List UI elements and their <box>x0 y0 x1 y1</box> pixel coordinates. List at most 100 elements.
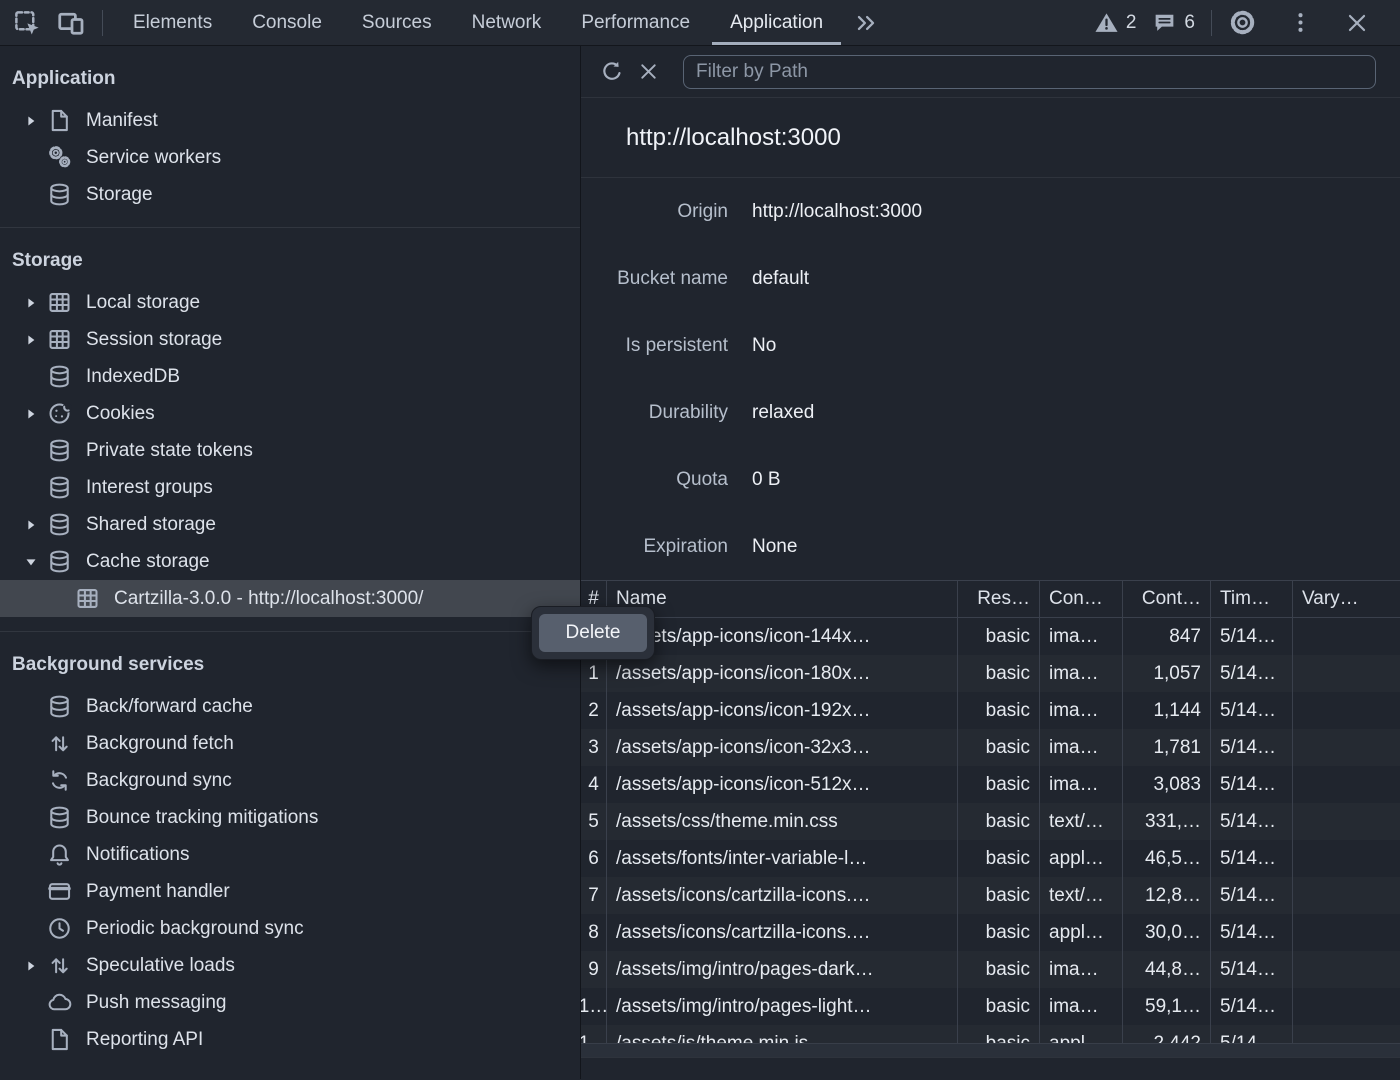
expander-right-icon[interactable] <box>22 294 46 312</box>
table-row[interactable]: 3/assets/app-icons/icon-32x3…basicima…1,… <box>581 729 1400 766</box>
table-row[interactable]: 8/assets/icons/cartzilla-icons.…basicapp… <box>581 914 1400 951</box>
cell: appl… <box>1040 840 1123 877</box>
refresh-icon[interactable] <box>598 58 626 86</box>
sidebar-item-local-storage[interactable]: Local storage <box>0 284 580 321</box>
db-icon <box>46 548 73 575</box>
sidebar-item-label: Speculative loads <box>86 955 235 977</box>
sidebar-item-private-state-tokens[interactable]: Private state tokens <box>0 432 580 469</box>
sidebar-item-reporting-api[interactable]: Reporting API <box>0 1021 580 1058</box>
cell: basic <box>958 988 1040 1025</box>
cell: basic <box>958 803 1040 840</box>
expander-right-icon[interactable] <box>22 516 46 534</box>
cell: appl… <box>1040 914 1123 951</box>
sidebar-item-shared-storage[interactable]: Shared storage <box>0 506 580 543</box>
settings-gear-icon[interactable] <box>1228 8 1257 37</box>
warnings-counter[interactable]: 2 <box>1094 10 1137 35</box>
more-tabs-icon[interactable] <box>843 0 889 45</box>
table-row[interactable]: 0/assets/app-icons/icon-144x…basicima…84… <box>581 618 1400 655</box>
inspect-element-icon[interactable] <box>12 8 42 38</box>
filter-by-path-input[interactable] <box>683 55 1376 89</box>
column-header-res[interactable]: Res… <box>958 581 1040 617</box>
sidebar-item-indexeddb[interactable]: IndexedDB <box>0 358 580 395</box>
expander-spacer <box>22 809 46 827</box>
sidebar-item-cache-storage[interactable]: Cache storage <box>0 543 580 580</box>
cell: basic <box>958 877 1040 914</box>
kebab-menu-icon[interactable] <box>1287 9 1314 36</box>
cell <box>1293 803 1400 840</box>
cell: 5/14… <box>1211 1025 1293 1043</box>
table-row[interactable]: 6/assets/fonts/inter-variable-l…basicapp… <box>581 840 1400 877</box>
sidebar-item-manifest[interactable]: Manifest <box>0 102 580 139</box>
table-body: 0/assets/app-icons/icon-144x…basicima…84… <box>581 618 1400 1043</box>
sidebar-item-storage[interactable]: Storage <box>0 176 580 213</box>
table-row[interactable]: 4/assets/app-icons/icon-512x…basicima…3,… <box>581 766 1400 803</box>
expander-spacer <box>22 772 46 790</box>
sidebar-item-speculative-loads[interactable]: Speculative loads <box>0 947 580 984</box>
tab-elements[interactable]: Elements <box>113 0 232 45</box>
sidebar-item-payment-handler[interactable]: Payment handler <box>0 873 580 910</box>
table-row[interactable]: 2/assets/app-icons/icon-192x…basicima…1,… <box>581 692 1400 729</box>
horizontal-scrollbar[interactable] <box>581 1043 1400 1057</box>
sidebar-item-back-forward-cache[interactable]: Back/forward cache <box>0 688 580 725</box>
sidebar-item-periodic-background-sync[interactable]: Periodic background sync <box>0 910 580 947</box>
tab-sources[interactable]: Sources <box>342 0 452 45</box>
sidebar-item-service-workers[interactable]: Service workers <box>0 139 580 176</box>
close-devtools-icon[interactable] <box>1344 10 1370 36</box>
table-row[interactable]: 7/assets/icons/cartzilla-icons.…basictex… <box>581 877 1400 914</box>
table-row[interactable]: 1…/assets/img/intro/pages-light…basicima… <box>581 988 1400 1025</box>
column-header-con[interactable]: Con… <box>1040 581 1123 617</box>
detail-value: None <box>752 536 1400 558</box>
tab-performance[interactable]: Performance <box>561 0 710 45</box>
table-row[interactable]: 1…/assets/js/theme.min.jsbasicappl…2,442… <box>581 1025 1400 1043</box>
cell: ima… <box>1040 618 1123 655</box>
expander-down-icon[interactable] <box>22 553 46 571</box>
table-row[interactable]: 1/assets/app-icons/icon-180x…basicima…1,… <box>581 655 1400 692</box>
tab-console[interactable]: Console <box>232 0 342 45</box>
cell: /assets/app-icons/icon-144x… <box>607 618 958 655</box>
sidebar-item-push-messaging[interactable]: Push messaging <box>0 984 580 1021</box>
clear-icon[interactable] <box>636 59 661 84</box>
expander-right-icon[interactable] <box>22 957 46 975</box>
sidebar-item-bounce-tracking-mitigations[interactable]: Bounce tracking mitigations <box>0 799 580 836</box>
cell: /assets/img/intro/pages-dark… <box>607 951 958 988</box>
section-header-application: Application <box>0 60 580 102</box>
cell: ima… <box>1040 655 1123 692</box>
sidebar-item-notifications[interactable]: Notifications <box>0 836 580 873</box>
detail-value: 0 B <box>752 469 1400 491</box>
bell-icon <box>46 841 73 868</box>
sidebar-item-session-storage[interactable]: Session storage <box>0 321 580 358</box>
tab-application[interactable]: Application <box>710 0 843 45</box>
cell: 44,8… <box>1123 951 1211 988</box>
sidebar-item-cartzilla-3-0-0-http-localhost-3000[interactable]: Cartzilla-3.0.0 - http://localhost:3000/ <box>0 580 580 617</box>
sidebar-item-cookies[interactable]: Cookies <box>0 395 580 432</box>
column-header-cont[interactable]: Cont… <box>1123 581 1211 617</box>
sidebar-item-background-fetch[interactable]: Background fetch <box>0 725 580 762</box>
sidebar-item-interest-groups[interactable]: Interest groups <box>0 469 580 506</box>
origin-title: http://localhost:3000 <box>581 98 1400 178</box>
expander-spacer <box>22 149 46 167</box>
cell: 5/14… <box>1211 729 1293 766</box>
column-header-vary[interactable]: Vary… <box>1293 581 1400 617</box>
context-menu: Delete <box>531 606 655 660</box>
preview-footer <box>581 1057 1400 1079</box>
table-row[interactable]: 5/assets/css/theme.min.cssbasictext/…331… <box>581 803 1400 840</box>
context-menu-item-delete[interactable]: Delete <box>539 614 647 652</box>
column-header-tim[interactable]: Tim… <box>1211 581 1293 617</box>
db-icon <box>46 181 73 208</box>
sidebar-item-background-sync[interactable]: Background sync <box>0 762 580 799</box>
table-row[interactable]: 9/assets/img/intro/pages-dark…basicima…4… <box>581 951 1400 988</box>
updown-icon <box>46 730 73 757</box>
expander-right-icon[interactable] <box>22 112 46 130</box>
cell: 1,144 <box>1123 692 1211 729</box>
cell: 5/14… <box>1211 951 1293 988</box>
expander-right-icon[interactable] <box>22 405 46 423</box>
expander-right-icon[interactable] <box>22 331 46 349</box>
sidebar-item-label: Payment handler <box>86 881 230 903</box>
issues-counter[interactable]: 6 <box>1152 10 1195 35</box>
column-header-name[interactable]: Name <box>607 581 958 617</box>
device-toolbar-icon[interactable] <box>56 8 86 38</box>
cell: ima… <box>1040 692 1123 729</box>
cell: 5 <box>581 803 607 840</box>
tab-network[interactable]: Network <box>452 0 562 45</box>
cell: basic <box>958 618 1040 655</box>
